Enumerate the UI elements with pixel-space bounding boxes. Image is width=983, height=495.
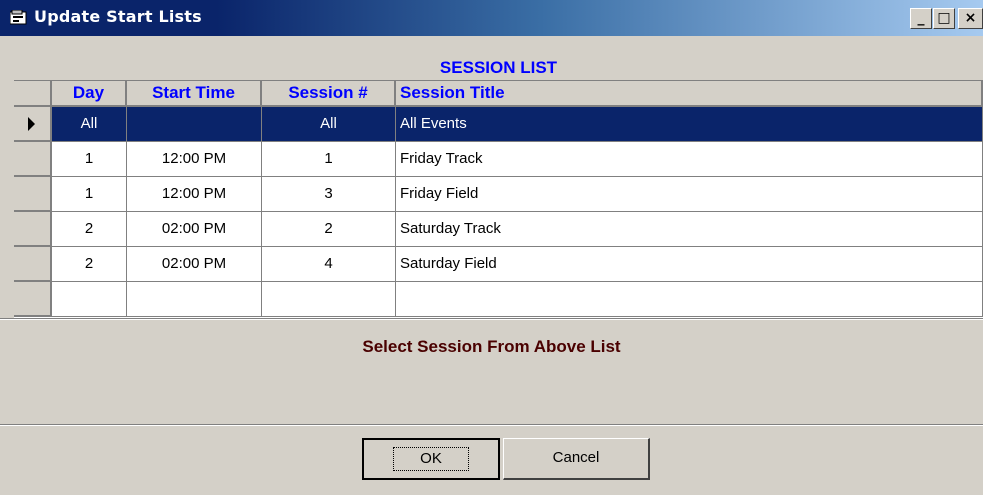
column-header-session-title[interactable]: Session Title — [396, 81, 983, 107]
cell-day[interactable]: 1 — [52, 177, 127, 212]
maximize-button[interactable]: □ — [933, 8, 955, 29]
cell-day[interactable]: All — [52, 107, 127, 142]
cell-session-number[interactable]: 1 — [262, 142, 396, 177]
ok-button[interactable]: OK — [362, 438, 500, 480]
window-title: Update Start Lists — [34, 7, 202, 26]
row-selector[interactable] — [14, 107, 52, 142]
table-row[interactable]: 2 02:00 PM 2 Saturday Track — [14, 212, 983, 247]
app-icon — [10, 10, 27, 25]
table-row-new[interactable] — [14, 282, 983, 317]
cell-start-time[interactable]: 02:00 PM — [127, 247, 262, 282]
title-bar[interactable]: Update Start Lists _ □ × — [0, 0, 983, 36]
maximize-icon: □ — [937, 10, 951, 26]
cell-start-time[interactable]: 02:00 PM — [127, 212, 262, 247]
divider-highlight — [0, 319, 983, 320]
table-row[interactable]: 2 02:00 PM 4 Saturday Field — [14, 247, 983, 282]
minimize-button[interactable]: _ — [910, 8, 932, 29]
ok-button-label: OK — [393, 447, 469, 471]
column-header-start-time[interactable]: Start Time — [127, 81, 262, 107]
table-row[interactable]: 1 12:00 PM 1 Friday Track — [14, 142, 983, 177]
table-row[interactable]: 1 12:00 PM 3 Friday Field — [14, 177, 983, 212]
row-selector[interactable] — [14, 282, 52, 317]
instruction-text: Select Session From Above List — [362, 337, 621, 356]
cell-session-title[interactable]: Saturday Field — [396, 247, 983, 282]
update-start-lists-dialog: Update Start Lists _ □ × SESSION LIST Da… — [0, 0, 983, 495]
cell-session-number[interactable]: All — [262, 107, 396, 142]
cell-session-number[interactable]: 3 — [262, 177, 396, 212]
row-selector[interactable] — [14, 142, 52, 177]
grid-caption: SESSION LIST — [14, 56, 983, 81]
cell-session-number[interactable]: 4 — [262, 247, 396, 282]
cell-day[interactable]: 2 — [52, 212, 127, 247]
cell-session-number[interactable]: 2 — [262, 212, 396, 247]
close-button[interactable]: × — [958, 8, 983, 29]
current-row-arrow-icon — [28, 117, 35, 131]
session-list-grid[interactable]: SESSION LIST Day Start Time Session # Se… — [14, 56, 983, 318]
row-selector[interactable] — [14, 177, 52, 212]
cell-start-time[interactable] — [127, 107, 262, 142]
column-header-session-number[interactable]: Session # — [262, 81, 396, 107]
close-icon: × — [964, 10, 977, 26]
cell-session-title[interactable]: Saturday Track — [396, 212, 983, 247]
table-row[interactable]: All All All Events — [14, 107, 983, 142]
cell-day[interactable]: 1 — [52, 142, 127, 177]
row-selector[interactable] — [14, 247, 52, 282]
cell-session-title[interactable]: All Events — [396, 107, 983, 142]
cell-session-title[interactable]: Friday Field — [396, 177, 983, 212]
cell-session-title[interactable] — [396, 282, 983, 317]
cell-start-time[interactable] — [127, 282, 262, 317]
cell-start-time[interactable]: 12:00 PM — [127, 177, 262, 212]
row-selector-header — [14, 81, 52, 107]
cancel-button-label: Cancel — [552, 449, 600, 466]
cell-start-time[interactable]: 12:00 PM — [127, 142, 262, 177]
cancel-button[interactable]: Cancel — [503, 438, 650, 480]
column-header-day[interactable]: Day — [52, 81, 127, 107]
minimize-icon: _ — [917, 10, 925, 26]
divider-highlight — [0, 425, 983, 426]
cell-session-number[interactable] — [262, 282, 396, 317]
row-selector[interactable] — [14, 212, 52, 247]
cell-day[interactable] — [52, 282, 127, 317]
cell-session-title[interactable]: Friday Track — [396, 142, 983, 177]
cell-day[interactable]: 2 — [52, 247, 127, 282]
